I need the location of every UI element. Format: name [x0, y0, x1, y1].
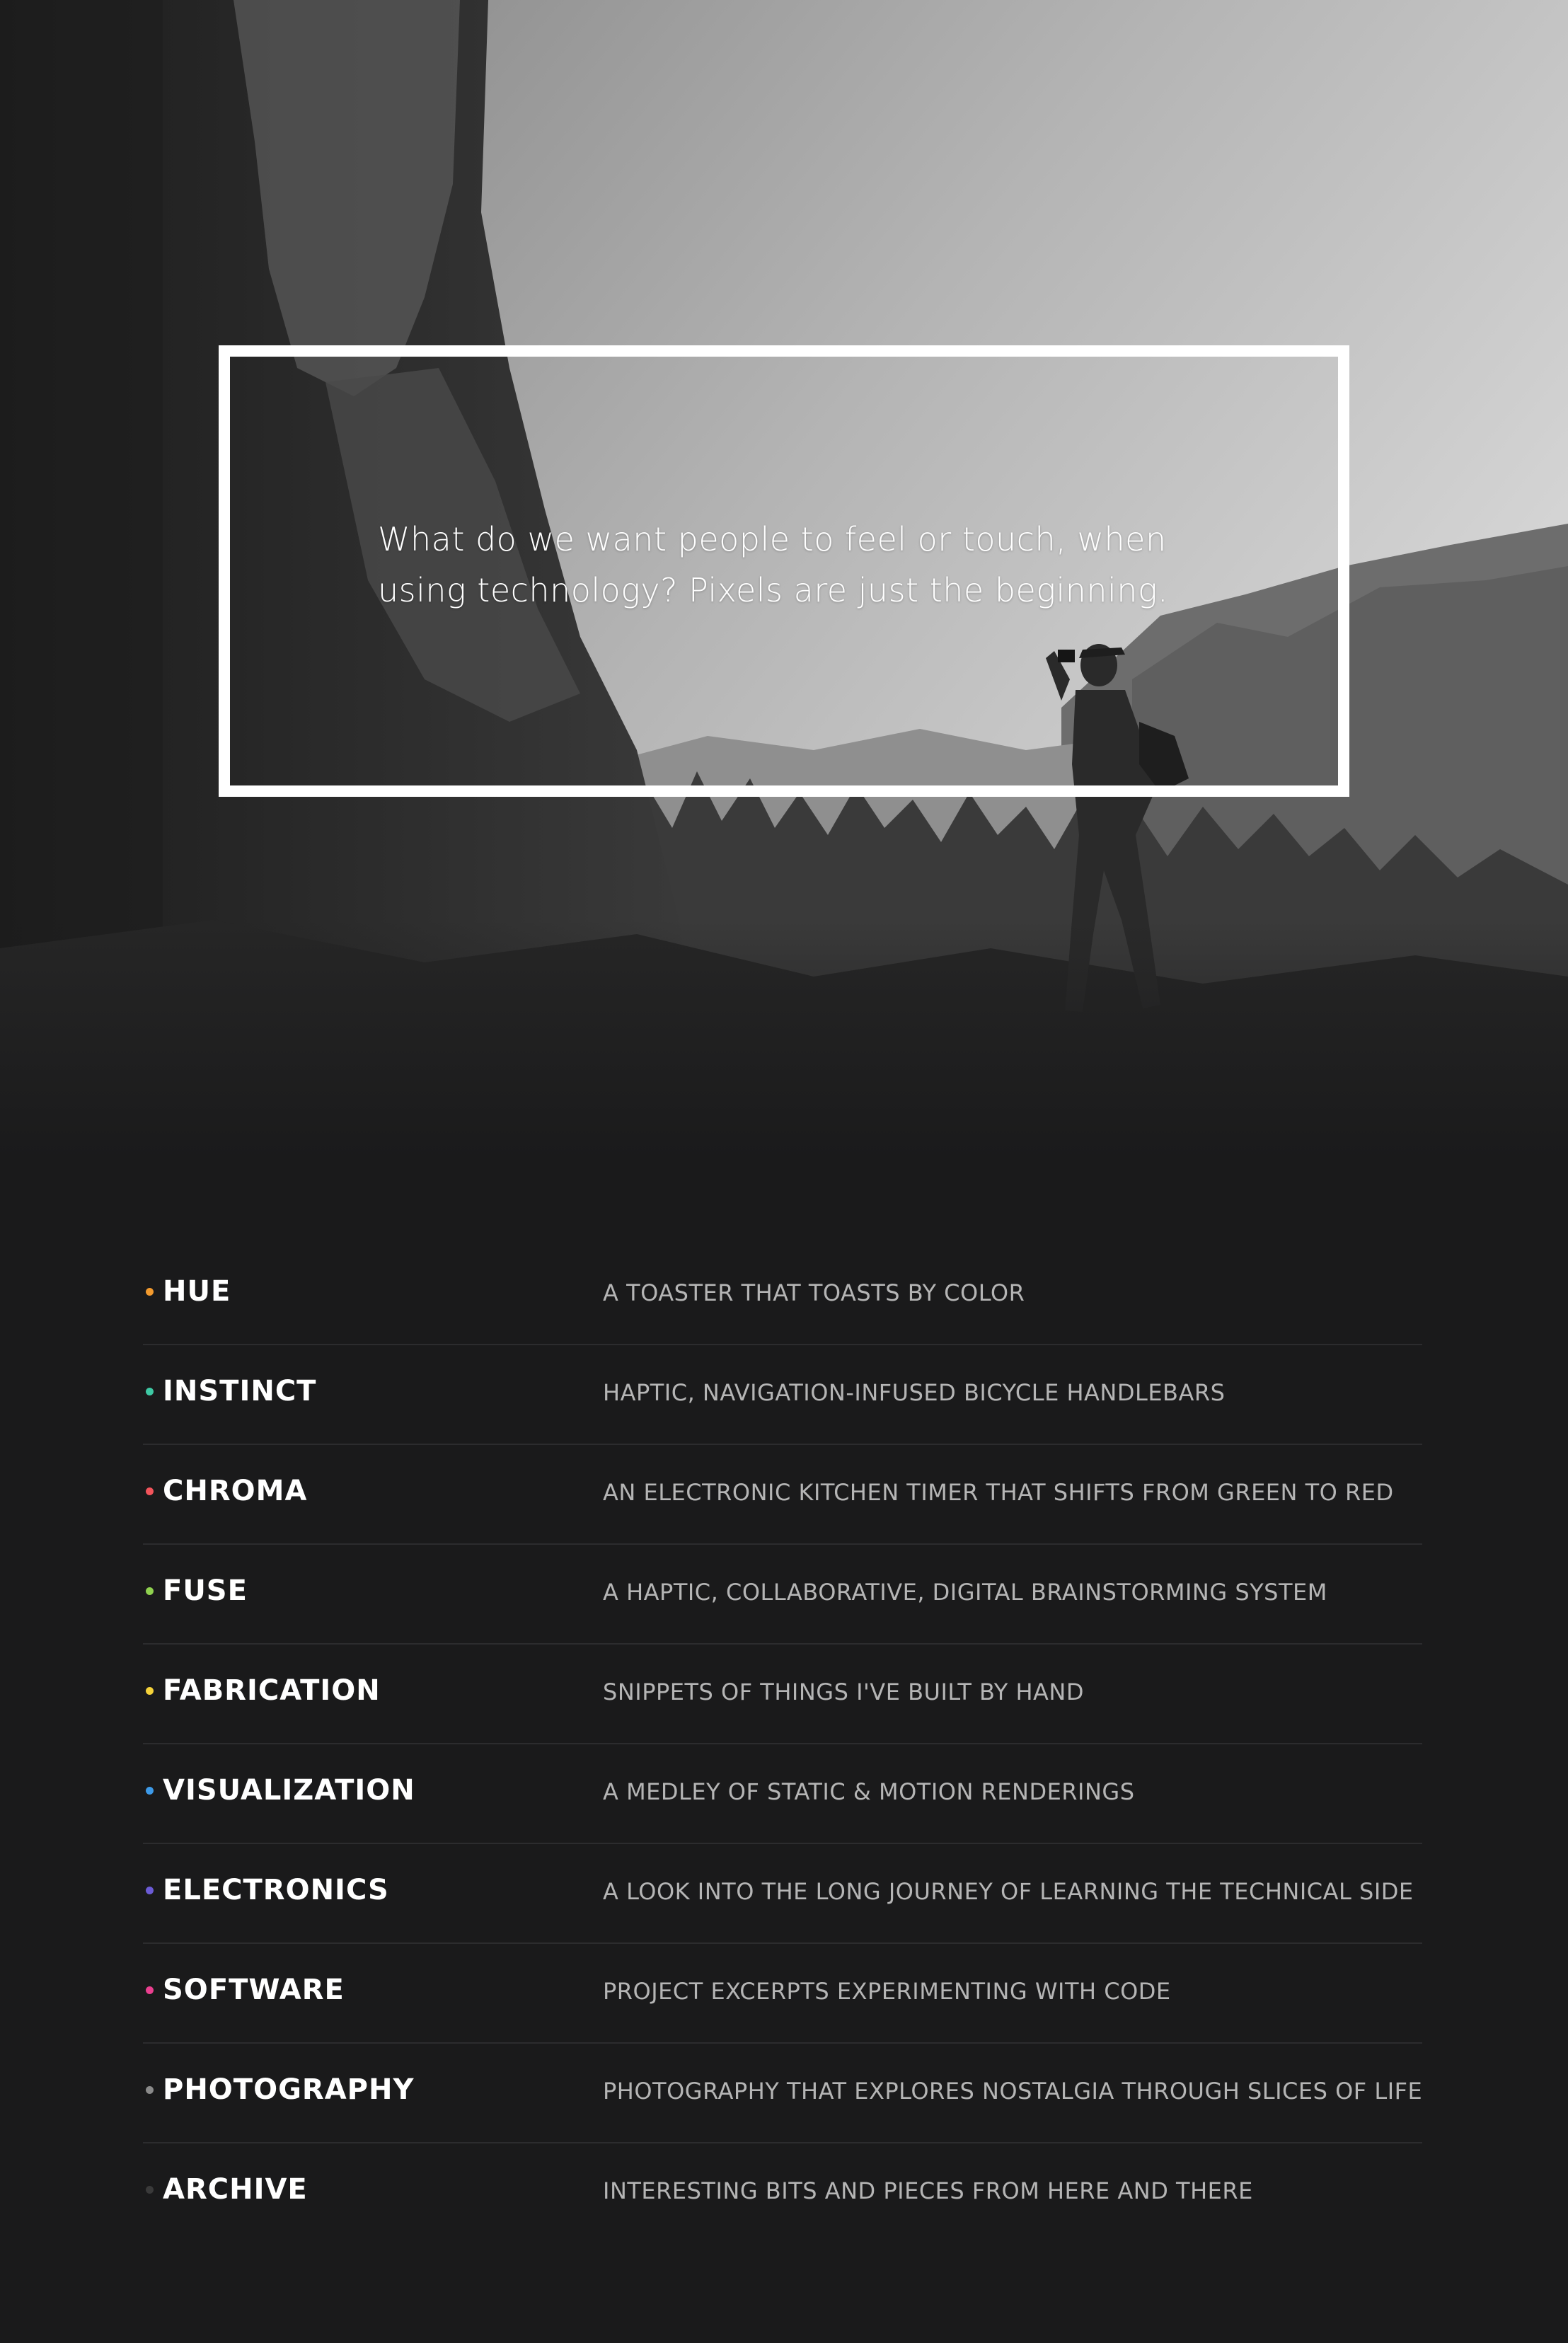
hero-section: What do we want people to feel or touch,… — [0, 0, 1568, 1161]
hue-dot-icon — [146, 1288, 154, 1296]
project-row-software[interactable]: SOFTWARE PROJECT EXCERPTS EXPERIMENTING … — [143, 1944, 1422, 2044]
project-row-visualization[interactable]: VISUALIZATION A MEDLEY OF STATIC & MOTIO… — [143, 1744, 1422, 1844]
hero-quote: What do we want people to feel or touch,… — [378, 514, 1269, 616]
project-row-fuse[interactable]: FUSE A HAPTIC, COLLABORATIVE, DIGITAL BR… — [143, 1545, 1422, 1645]
project-name[interactable]: FUSE — [163, 1575, 248, 1607]
hero-quote-line-1: What do we want people to feel or touch,… — [378, 520, 1167, 558]
project-name[interactable]: PHOTOGRAPHY — [163, 2073, 414, 2106]
project-row-electronics[interactable]: ELECTRONICS A LOOK INTO THE LONG JOURNEY… — [143, 1844, 1422, 1944]
project-row-archive[interactable]: ARCHIVE INTERESTING BITS AND PIECES FROM… — [143, 2143, 1422, 2242]
project-description: A LOOK INTO THE LONG JOURNEY OF LEARNING… — [603, 1878, 1414, 1905]
project-name[interactable]: ELECTRONICS — [163, 1874, 389, 1906]
project-description: HAPTIC, NAVIGATION-INFUSED BICYCLE HANDL… — [603, 1379, 1226, 1406]
project-description: PROJECT EXCERPTS EXPERIMENTING WITH CODE — [603, 1978, 1171, 2005]
hero-quote-line-2: using technology? Pixels are just the be… — [378, 571, 1169, 609]
instinct-dot-icon — [146, 1388, 154, 1395]
project-name[interactable]: SOFTWARE — [163, 1974, 345, 2006]
project-name[interactable]: ARCHIVE — [163, 2173, 308, 2206]
project-row-photography[interactable]: PHOTOGRAPHY PHOTOGRAPHY THAT EXPLORES NO… — [143, 2044, 1422, 2143]
project-list: HUE A TOASTER THAT TOASTS BY COLOR INSTI… — [143, 1245, 1422, 2242]
project-description: PHOTOGRAPHY THAT EXPLORES NOSTALGIA THRO… — [603, 2078, 1423, 2105]
software-dot-icon — [146, 1986, 154, 1994]
project-description: A MEDLEY OF STATIC & MOTION RENDERINGS — [603, 1778, 1135, 1805]
fabrication-dot-icon — [146, 1687, 154, 1695]
project-description: AN ELECTRONIC KITCHEN TIMER THAT SHIFTS … — [603, 1479, 1394, 1506]
visualization-dot-icon — [146, 1787, 154, 1795]
project-row-fabrication[interactable]: FABRICATION SNIPPETS OF THINGS I'VE BUIL… — [143, 1645, 1422, 1744]
project-name[interactable]: FABRICATION — [163, 1674, 381, 1707]
project-row-hue[interactable]: HUE A TOASTER THAT TOASTS BY COLOR — [143, 1245, 1422, 1345]
project-name[interactable]: INSTINCT — [163, 1375, 316, 1407]
photography-dot-icon — [146, 2086, 154, 2094]
electronics-dot-icon — [146, 1887, 154, 1894]
project-name[interactable]: HUE — [163, 1275, 231, 1308]
project-description: A HAPTIC, COLLABORATIVE, DIGITAL BRAINST… — [603, 1579, 1327, 1606]
project-description: A TOASTER THAT TOASTS BY COLOR — [603, 1279, 1025, 1306]
chroma-dot-icon — [146, 1487, 154, 1495]
project-description: SNIPPETS OF THINGS I'VE BUILT BY HAND — [603, 1679, 1084, 1705]
fuse-dot-icon — [146, 1587, 154, 1595]
project-name[interactable]: VISUALIZATION — [163, 1774, 415, 1807]
archive-dot-icon — [146, 2186, 154, 2194]
project-name[interactable]: CHROMA — [163, 1475, 307, 1507]
project-description: INTERESTING BITS AND PIECES FROM HERE AN… — [603, 2177, 1253, 2204]
project-row-instinct[interactable]: INSTINCT HAPTIC, NAVIGATION-INFUSED BICY… — [143, 1345, 1422, 1445]
project-row-chroma[interactable]: CHROMA AN ELECTRONIC KITCHEN TIMER THAT … — [143, 1445, 1422, 1545]
